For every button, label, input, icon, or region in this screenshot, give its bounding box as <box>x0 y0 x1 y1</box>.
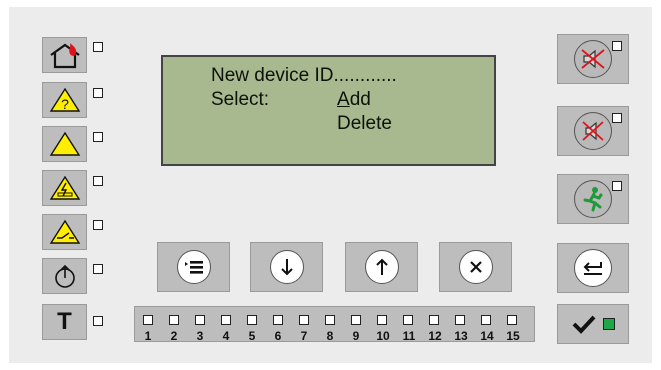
menu-icon <box>176 250 211 284</box>
lcd-select-label: Select: <box>211 89 270 110</box>
zone-led-9 <box>351 315 361 325</box>
back-button[interactable] <box>557 243 629 293</box>
zone-led-11 <box>403 315 413 325</box>
fire-alarm-led <box>93 42 103 52</box>
up-button[interactable] <box>345 242 418 292</box>
confirm-led <box>603 318 615 330</box>
zone-led-7 <box>299 315 309 325</box>
warning-question-button[interactable]: ? <box>42 82 87 118</box>
evacuate-led <box>612 181 622 191</box>
zone-number-3: 3 <box>196 329 204 343</box>
cancel-button[interactable] <box>439 242 512 292</box>
mute-buzzer-led <box>612 113 622 123</box>
zone-led-bar: 1 2 3 4 5 6 7 8 9 10 11 12 13 14 15 <box>134 306 535 343</box>
disablement-button[interactable] <box>42 214 87 250</box>
zone-number-5: 5 <box>248 329 256 343</box>
lcd-option-delete[interactable]: Delete <box>337 113 392 135</box>
zone-led-2 <box>169 315 179 325</box>
zone-number-9: 9 <box>352 329 360 343</box>
zone-led-12 <box>429 315 439 325</box>
warning-question-icon: ? <box>49 87 80 112</box>
zone-led-10 <box>377 315 387 325</box>
check-icon <box>572 315 596 334</box>
zone-number-2: 2 <box>170 329 178 343</box>
warning-question-led <box>93 88 103 98</box>
power-icon <box>54 264 75 288</box>
arrow-down-icon <box>269 250 304 284</box>
svg-text:?: ? <box>61 96 69 112</box>
mute-sounder-led <box>612 41 622 51</box>
zone-led-5 <box>247 315 257 325</box>
electric-fault-icon <box>49 175 80 200</box>
zone-number-7: 7 <box>300 329 308 343</box>
lcd-option-add-rest: dd <box>349 89 371 110</box>
test-icon: T <box>57 308 72 335</box>
return-icon <box>574 249 612 287</box>
warning-led <box>93 132 103 142</box>
zone-led-15 <box>507 315 517 325</box>
down-button[interactable] <box>250 242 323 292</box>
zone-led-8 <box>325 315 335 325</box>
speaker-crossed-icon <box>574 112 612 150</box>
arrow-up-icon <box>364 250 399 284</box>
zone-number-15: 15 <box>506 329 520 343</box>
zone-number-4: 4 <box>222 329 230 343</box>
lcd-option-add-hotkey: A <box>337 89 350 110</box>
zone-led-4 <box>221 315 231 325</box>
zone-led-13 <box>455 315 465 325</box>
switch-off-icon <box>49 219 80 244</box>
power-led <box>93 264 103 274</box>
zone-number-12: 12 <box>428 329 442 343</box>
lcd-option-add[interactable]: Add <box>337 89 371 111</box>
lcd-display: New device ID............ Select: Add De… <box>161 55 496 166</box>
test-led <box>93 316 103 326</box>
zone-led-1 <box>143 315 153 325</box>
fault-electric-led <box>93 176 103 186</box>
zone-led-6 <box>273 315 283 325</box>
speaker-muted-icon <box>574 40 612 78</box>
zone-led-3 <box>195 315 205 325</box>
house-fire-icon <box>49 43 80 69</box>
zone-number-8: 8 <box>326 329 334 343</box>
disablement-led <box>93 220 103 230</box>
warning-triangle-icon <box>49 131 80 156</box>
fire-alarm-button[interactable] <box>42 37 87 73</box>
zone-number-10: 10 <box>376 329 390 343</box>
confirm-button[interactable] <box>557 304 629 344</box>
lcd-line-1: New device ID............ <box>211 65 397 86</box>
zone-number-14: 14 <box>480 329 494 343</box>
zone-number-11: 11 <box>402 329 416 343</box>
zone-number-1: 1 <box>144 329 152 343</box>
warning-button[interactable] <box>42 126 87 162</box>
zone-led-14 <box>481 315 491 325</box>
zone-number-13: 13 <box>454 329 468 343</box>
close-icon <box>458 250 493 284</box>
fault-electric-button[interactable] <box>42 170 87 206</box>
menu-button[interactable] <box>157 242 230 292</box>
power-button[interactable] <box>42 258 87 294</box>
test-button[interactable]: T <box>42 304 87 340</box>
zone-number-6: 6 <box>274 329 282 343</box>
running-man-icon <box>574 180 612 218</box>
